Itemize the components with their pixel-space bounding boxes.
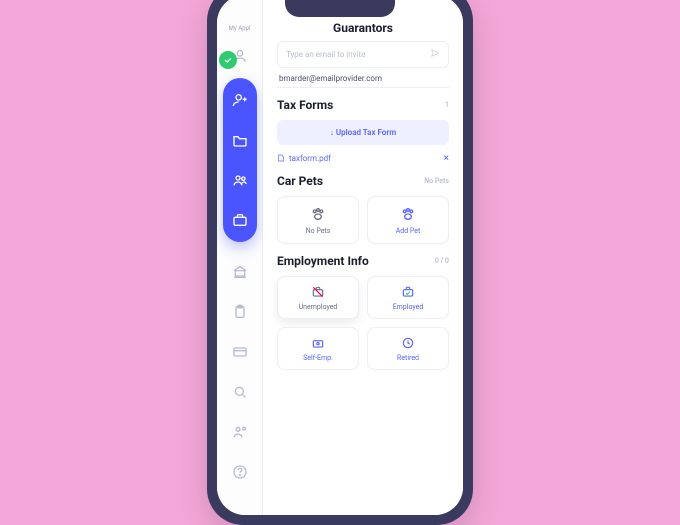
checkmark-badge bbox=[219, 51, 237, 69]
car-pets-aux: No Pets bbox=[424, 177, 449, 185]
no-pets-label: No Pets bbox=[306, 227, 331, 235]
people-icon[interactable] bbox=[228, 168, 252, 192]
guarantors-section: Guarantors Type an email to invite bmard… bbox=[277, 21, 449, 88]
employment-aux: 0 / 0 bbox=[435, 257, 449, 265]
help-icon[interactable] bbox=[226, 458, 254, 486]
employment-retired[interactable]: Retired bbox=[367, 327, 449, 370]
bank-icon[interactable] bbox=[226, 258, 254, 286]
no-pets-card[interactable]: No Pets bbox=[277, 196, 359, 244]
invite-input-row[interactable]: Type an email to invite bbox=[277, 41, 449, 68]
sidebar-title: My Appl bbox=[229, 25, 251, 32]
employment-unemployed[interactable]: Unemployed bbox=[277, 276, 359, 319]
opt-retired-label: Retired bbox=[397, 354, 419, 362]
remove-file-button[interactable]: × bbox=[444, 153, 449, 164]
opt-self-label: Self-Emp. bbox=[303, 354, 333, 362]
car-pets-title: Car Pets bbox=[277, 174, 323, 188]
opt-unemployed-label: Unemployed bbox=[299, 303, 338, 311]
sidebar: My Appl bbox=[217, 0, 263, 515]
add-pet-card[interactable]: Add Pet bbox=[367, 196, 449, 244]
phone-frame: My Appl bbox=[207, 0, 473, 525]
tax-forms-count: 1 bbox=[445, 101, 449, 109]
briefcase-off-icon bbox=[310, 284, 326, 300]
search-user-icon[interactable] bbox=[226, 378, 254, 406]
car-pets-section: Car Pets No Pets No Pets Add Pet bbox=[277, 174, 449, 244]
opt-employed-label: Employed bbox=[393, 303, 424, 311]
send-icon[interactable] bbox=[430, 48, 440, 61]
file-icon bbox=[277, 154, 285, 164]
employment-title: Employment Info bbox=[277, 254, 369, 268]
card-icon[interactable] bbox=[226, 338, 254, 366]
upload-tax-form-button[interactable]: ↓ Upload Tax Form bbox=[277, 120, 449, 145]
tax-forms-title: Tax Forms bbox=[277, 98, 333, 112]
invite-placeholder: Type an email to invite bbox=[286, 50, 365, 59]
add-pet-label: Add Pet bbox=[396, 227, 421, 235]
guarantor-email: bmarder@emailprovider.com bbox=[277, 68, 449, 88]
employment-employed[interactable]: Employed bbox=[367, 276, 449, 319]
clipboard-icon[interactable] bbox=[226, 298, 254, 326]
folder-icon[interactable] bbox=[228, 128, 252, 152]
paw-plus-icon bbox=[399, 205, 417, 223]
sidebar-rest bbox=[226, 258, 254, 486]
tax-forms-section: Tax Forms 1 ↓ Upload Tax Form taxform.pd… bbox=[277, 98, 449, 164]
briefcase-icon[interactable] bbox=[228, 208, 252, 232]
tax-file-name[interactable]: taxform.pdf bbox=[289, 154, 331, 163]
clock-icon bbox=[400, 335, 416, 351]
active-rail bbox=[223, 78, 257, 242]
employment-section: Employment Info 0 / 0 Unemployed Employe… bbox=[277, 254, 449, 370]
paw-icon bbox=[309, 205, 327, 223]
employment-self[interactable]: Self-Emp. bbox=[277, 327, 359, 370]
contacts-icon[interactable] bbox=[226, 418, 254, 446]
briefcase-check-icon bbox=[400, 284, 416, 300]
phone-notch bbox=[285, 0, 395, 17]
person-add-icon[interactable] bbox=[228, 88, 252, 112]
main-content[interactable]: Guarantors Type an email to invite bmard… bbox=[263, 0, 463, 515]
guarantors-title: Guarantors bbox=[277, 21, 449, 35]
briefcase-user-icon bbox=[310, 335, 326, 351]
tax-file-row: taxform.pdf × bbox=[277, 153, 449, 164]
app-screen: My Appl bbox=[217, 0, 463, 515]
